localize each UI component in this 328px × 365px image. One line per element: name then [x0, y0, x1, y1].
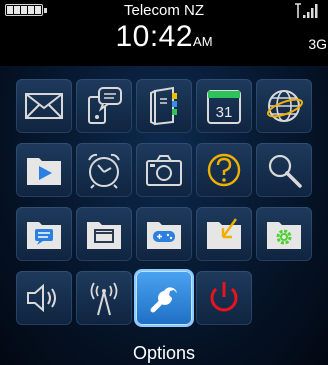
globe-icon [266, 90, 304, 122]
app-search[interactable] [256, 143, 312, 197]
app-setup[interactable] [256, 207, 312, 261]
carrier-name: Telecom NZ [123, 2, 205, 19]
network-type: 3G [308, 36, 327, 52]
window-folder-icon [87, 222, 121, 249]
envelope-icon [25, 93, 63, 119]
app-contacts[interactable] [136, 79, 192, 133]
app-camera[interactable] [136, 143, 192, 197]
phone-chat-icon [88, 87, 122, 124]
clock-time: 10:42 [115, 20, 194, 53]
calendar-day: 31 [216, 104, 233, 121]
address-book-icon [150, 86, 177, 126]
status-bar: Telecom NZ 10:42AM 3G [0, 0, 328, 66]
question-icon [207, 153, 241, 187]
app-sounds[interactable] [16, 271, 72, 325]
chat-folder-icon [27, 222, 61, 249]
selected-app-label: Options [132, 343, 196, 363]
app-media[interactable] [16, 143, 72, 197]
wrench-icon [150, 287, 177, 313]
gamepad-folder-icon [147, 222, 181, 249]
gear-folder-icon [267, 222, 301, 249]
camera-icon [146, 155, 182, 186]
calendar-icon: 31 [207, 90, 241, 124]
alarm-clock-icon [88, 153, 120, 189]
app-help[interactable] [196, 143, 252, 197]
app-games[interactable] [136, 207, 192, 261]
app-browser[interactable] [256, 79, 312, 133]
app-options[interactable] [136, 271, 192, 325]
app-power[interactable] [196, 271, 252, 325]
clock-ampm: AM [193, 34, 213, 49]
app-clock[interactable] [76, 143, 132, 197]
clock: 10:42AM [0, 20, 328, 54]
app-text-messages[interactable] [76, 79, 132, 133]
media-folder-icon [27, 158, 61, 185]
app-downloads[interactable] [196, 207, 252, 261]
magnifier-icon [268, 154, 302, 188]
power-icon [210, 282, 238, 312]
speaker-icon [27, 283, 56, 313]
app-messages[interactable] [16, 79, 72, 133]
app-instant-messaging[interactable] [16, 207, 72, 261]
download-folder-icon [207, 218, 241, 249]
app-manage-connections[interactable] [76, 271, 132, 325]
app-calendar[interactable]: 31 [196, 79, 252, 133]
signal-strength-icon [295, 3, 318, 18]
app-applications[interactable] [76, 207, 132, 261]
antenna-icon [90, 282, 118, 316]
